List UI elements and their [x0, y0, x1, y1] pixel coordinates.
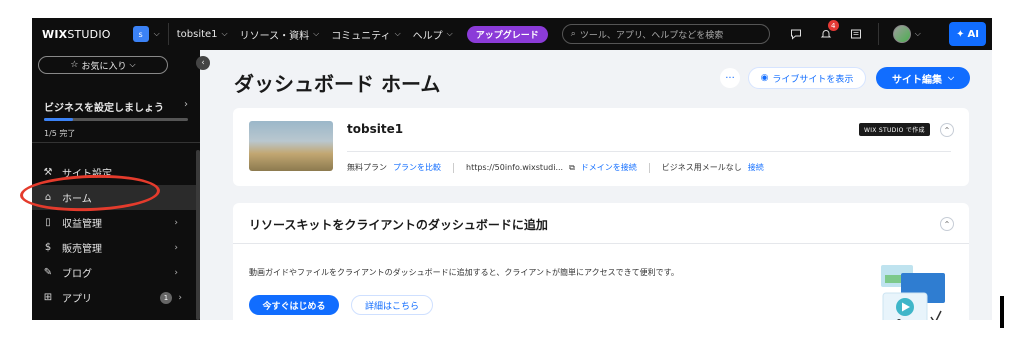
nav-resources[interactable]: リソース・資料 ⌵	[240, 27, 320, 42]
eye-icon: ◉	[760, 73, 769, 83]
resource-kit-illustration	[881, 265, 945, 320]
nav-help-label: ヘルプ	[412, 30, 443, 42]
nav-resources-label: リソース・資料	[239, 30, 310, 42]
search-icon: ⌕	[570, 29, 576, 39]
setup-title: ビジネスを設定しましょう	[44, 103, 164, 114]
compare-plans-link[interactable]: プランを比較	[393, 162, 441, 173]
notifications-bell-icon[interactable]: 4	[818, 20, 839, 42]
nav-help[interactable]: ヘルプ ⌵	[413, 27, 453, 42]
chevron-down-icon: ⌵	[129, 60, 136, 69]
top-actions: 4 ⌵	[788, 20, 921, 45]
business-setup[interactable]: ビジネスを設定しましょう › 1/5 完了	[32, 85, 200, 143]
sidebar-item[interactable]: ▯ 収益管理 ›	[32, 210, 200, 235]
sidebar-item-label: ブログ	[62, 269, 92, 280]
sidebar-item[interactable]: $ 販売管理 ›	[32, 235, 200, 260]
wrench-icon: ⚒	[43, 167, 53, 178]
search-input[interactable]: ⌕ ツール、アプリ、ヘルプなどを検索	[561, 24, 770, 44]
divider	[167, 23, 169, 45]
connect-domain-link[interactable]: ドメインを接続	[581, 162, 637, 173]
workspace-switcher[interactable]: s ⌵	[132, 26, 160, 42]
document-icon: ▯	[45, 217, 51, 228]
start-now-button[interactable]: 今すぐはじめる	[249, 295, 339, 315]
divider	[877, 23, 879, 45]
card-divider	[233, 243, 969, 244]
sidebar-item[interactable]: ✎ ブログ ›	[32, 260, 200, 285]
site-card: tobsite1 WIX STUDIO で作成 ⌃ 無料プラン プランを比較 h…	[233, 108, 969, 186]
collapse-card-button[interactable]: ⌃	[940, 123, 954, 137]
wix-studio-badge: WIX STUDIO で作成	[859, 123, 930, 136]
nav-community-label: コミュニティ	[331, 30, 391, 42]
sidebar-item[interactable]: ⊞ アプリ 1 ›	[32, 285, 200, 310]
site-name: tobsite1	[347, 122, 404, 136]
site-thumbnail[interactable]	[249, 121, 333, 171]
account-menu[interactable]: ⌵	[892, 25, 921, 43]
site-url[interactable]: https://50info.wixstudi...	[466, 163, 563, 172]
chevron-right-icon: ›	[174, 242, 178, 253]
workspace-avatar: s	[132, 26, 149, 42]
collapse-sidebar-button[interactable]: ‹	[196, 56, 210, 70]
email-status: ビジネス用メールなし	[661, 163, 742, 172]
chevron-down-icon: ⌵	[914, 29, 921, 38]
edit-site-button[interactable]: サイト編集 ⌵	[876, 67, 970, 89]
resource-kit-card: リソースキットをクライアントのダッシュボードに追加 ⌃ 動画ガイドやファイルをク…	[233, 203, 969, 320]
sidebar-item-label: 販売管理	[62, 244, 102, 255]
chevron-down-icon: ⌵	[394, 29, 401, 38]
wix-studio-logo[interactable]: WIXSTUDIO	[42, 28, 111, 41]
chevron-right-icon: ›	[184, 99, 188, 110]
pen-icon: ✎	[43, 267, 53, 278]
ai-label: AI	[967, 28, 979, 40]
main-content: ダッシュボード ホーム ··· ◉ ライブサイトを表示 サイト編集 ⌵ tobs…	[200, 50, 992, 320]
connect-email-link[interactable]: 接続	[748, 162, 764, 173]
site-selector[interactable]: tobsite1 ⌵	[177, 29, 228, 40]
sparkle-icon: ✦	[956, 28, 965, 40]
setup-progress-text: 1/5 完了	[44, 129, 76, 138]
chevron-right-icon: ›	[178, 292, 182, 303]
more-actions-button[interactable]: ···	[720, 68, 740, 88]
chevron-right-icon: ›	[174, 267, 178, 278]
card-divider	[347, 151, 951, 152]
notification-badge: 4	[827, 20, 839, 31]
setup-progress-bar	[44, 118, 188, 121]
favorites-label: お気に入り	[81, 61, 127, 72]
dollar-icon: $	[44, 242, 52, 253]
favorites-button[interactable]: ☆ お気に入り ⌵	[38, 56, 168, 74]
chevron-down-icon: ⌵	[947, 73, 955, 82]
news-icon[interactable]	[848, 26, 864, 42]
chevron-down-icon: ⌵	[153, 29, 160, 38]
chevron-down-icon: ⌵	[446, 29, 453, 38]
dashboard-app: WIXSTUDIO s ⌵ tobsite1 ⌵ リソース・資料 ⌵ コミュニティ ⌵…	[0, 0, 1024, 341]
divider	[453, 162, 454, 173]
chevron-down-icon: ⌵	[221, 29, 228, 38]
collapse-card-button[interactable]: ⌃	[940, 217, 954, 231]
avatar	[892, 25, 911, 43]
view-live-site-label: ライブサイトを表示	[772, 74, 854, 85]
ai-button[interactable]: ✦ AI	[949, 22, 986, 46]
sidebar-item-label: アプリ	[62, 294, 92, 305]
site-selector-label: tobsite1	[176, 28, 218, 40]
star-icon: ☆	[70, 60, 79, 70]
page-title: ダッシュボード ホーム	[234, 72, 441, 96]
learn-more-button[interactable]: 詳細はこちら	[351, 295, 433, 315]
chat-icon[interactable]	[788, 26, 804, 42]
sidebar-item-label: 収益管理	[62, 219, 102, 230]
divider	[648, 162, 650, 173]
edit-site-label: サイト編集	[891, 74, 942, 86]
chevron-right-icon: ›	[174, 217, 178, 228]
top-bar: WIXSTUDIO s ⌵ tobsite1 ⌵ リソース・資料 ⌵ コミュニティ ⌵…	[32, 18, 992, 50]
resource-kit-title: リソースキットをクライアントのダッシュボードに追加	[249, 218, 548, 232]
resource-kit-description: 動画ガイドやファイルをクライアントのダッシュボードに追加すると、クライアントが簡…	[249, 268, 679, 277]
progress-fill	[44, 118, 73, 121]
text-cursor	[1000, 296, 1004, 328]
nav-community[interactable]: コミュニティ ⌵	[331, 27, 400, 42]
plan-label: 無料プラン	[347, 163, 387, 172]
count-badge: 1	[160, 291, 172, 304]
apps-icon: ⊞	[43, 292, 53, 303]
upgrade-button[interactable]: アップグレード	[466, 25, 548, 43]
external-link-icon[interactable]: ⧉	[569, 163, 575, 173]
view-live-site-button[interactable]: ◉ ライブサイトを表示	[748, 67, 866, 89]
site-meta: 無料プラン プランを比較 https://50info.wixstudi... …	[347, 162, 764, 173]
chevron-down-icon: ⌵	[313, 29, 320, 38]
search-placeholder: ツール、アプリ、ヘルプなどを検索	[579, 30, 724, 41]
